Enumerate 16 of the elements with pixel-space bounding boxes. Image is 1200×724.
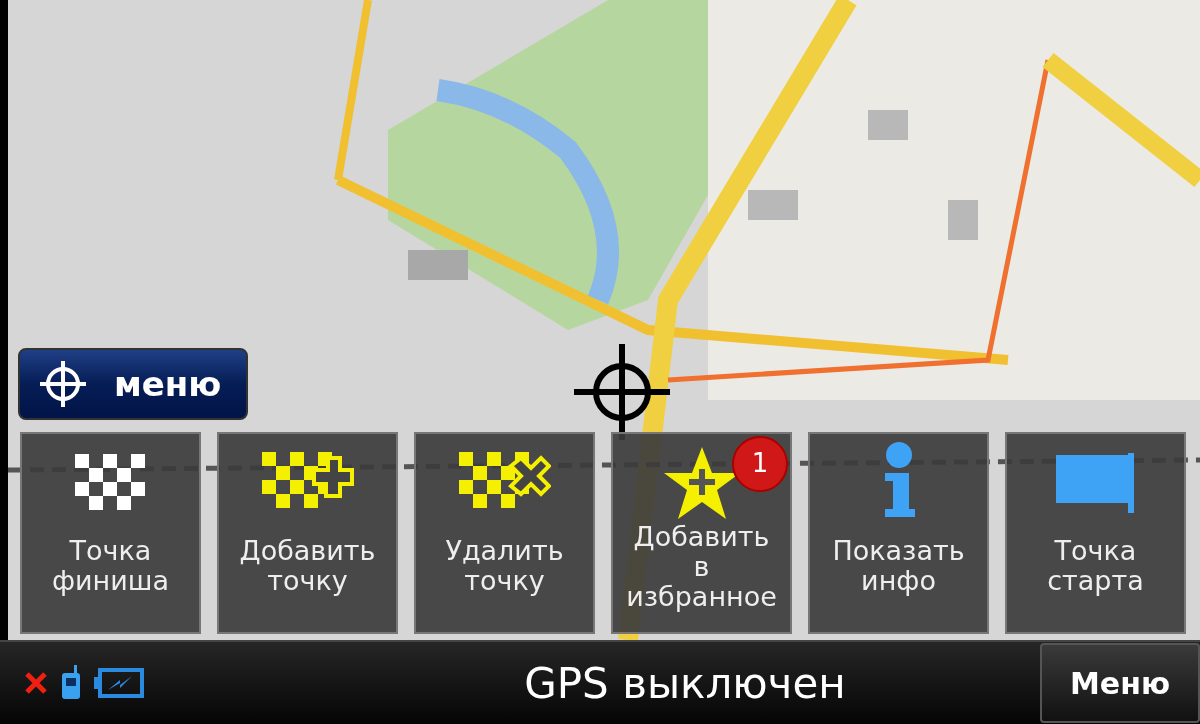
status-title: GPS выключен <box>523 657 847 710</box>
start-point-button[interactable]: Точка старта <box>1005 432 1186 634</box>
flag-icon <box>1055 453 1136 513</box>
show-info-button[interactable]: Показать инфо <box>808 432 989 634</box>
count-badge: 1 <box>732 436 788 492</box>
close-icon <box>24 671 48 695</box>
add-favorite-button[interactable]: Добавить в избранное 1 <box>611 432 792 634</box>
remove-point-button[interactable]: Удалить точку <box>414 432 595 634</box>
menu-button[interactable]: Меню <box>1040 643 1200 723</box>
crosshair-icon <box>38 359 88 409</box>
add-point-button[interactable]: Добавить точку <box>217 432 398 634</box>
menu-button[interactable]: меню <box>18 348 248 420</box>
battery-icon <box>94 668 144 698</box>
finish-point-button[interactable]: Точка финиша <box>20 432 201 634</box>
checkered-flag-icon <box>74 454 147 512</box>
phone-icon <box>60 665 82 701</box>
